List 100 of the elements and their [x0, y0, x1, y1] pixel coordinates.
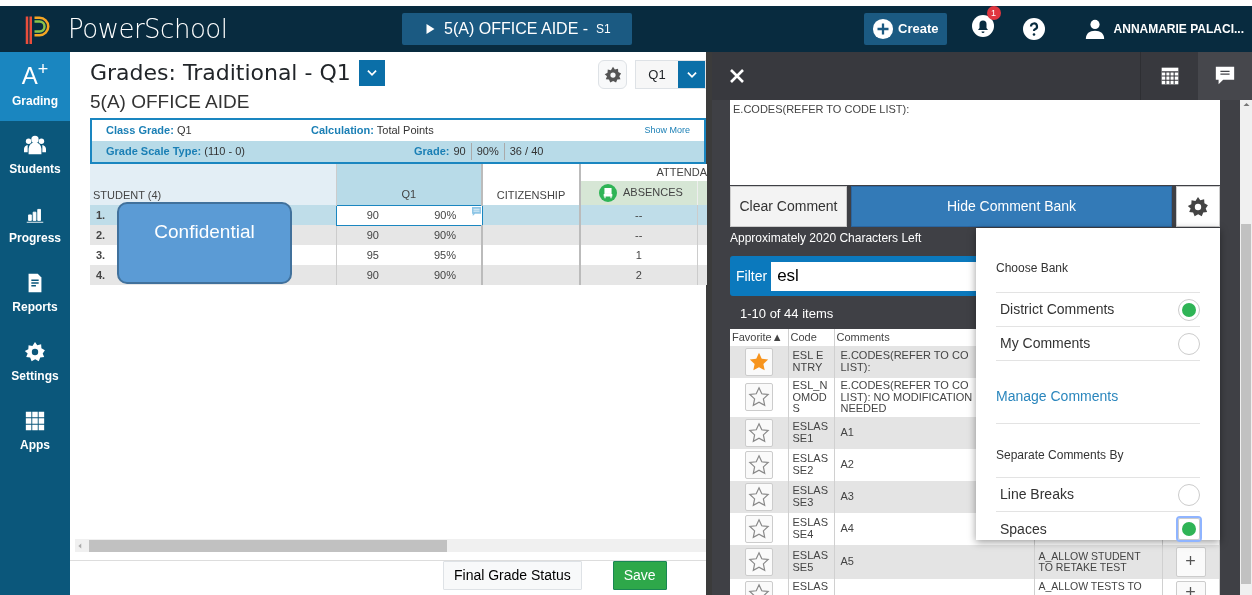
gear-icon: [1187, 195, 1209, 218]
column-group-header: ATTENDA: [580, 164, 707, 181]
grid-icon: [24, 409, 46, 432]
add-button[interactable]: +: [1175, 546, 1206, 577]
summary-text: Calculation: Total Points: [311, 123, 434, 139]
title-dropdown-button[interactable]: [358, 60, 385, 86]
sidebar-item[interactable]: A$^{+}$ Grading: [0, 52, 70, 121]
summary-text: Grade Scale Type: (110 - 0): [106, 144, 246, 160]
menu-heading: Choose Bank: [996, 228, 1200, 293]
star-icon: [747, 421, 770, 444]
table-cell: [697, 245, 707, 265]
table-cell: --: [580, 205, 697, 225]
section-button[interactable]: 5(A) OFFICE AIDE - S1: [402, 13, 633, 45]
notification-badge: 1: [986, 5, 1001, 20]
column-header: Code: [788, 329, 834, 346]
table-cell: 1: [580, 245, 697, 265]
grade-value: 90: [453, 144, 466, 160]
play-icon: [424, 23, 437, 35]
user-icon[interactable]: [1083, 17, 1106, 41]
sidebar-item[interactable]: Apps: [0, 397, 70, 466]
comment-text: A3: [840, 489, 854, 502]
comment-code: ESLASSE3: [792, 484, 828, 508]
grade-label: Grade:: [414, 144, 450, 160]
radio-option[interactable]: My Comments: [996, 327, 1200, 361]
star-icon: [747, 517, 770, 540]
comment-code: ESLASSE2: [792, 452, 828, 476]
create-button[interactable]: Create: [864, 13, 947, 45]
hide-comment-bank-button[interactable]: Hide Comment Bank: [851, 186, 1172, 227]
comment-text: E.CODES(REFER TO CO LIST): NO MODIFICATION NEEDED: [840, 379, 973, 415]
comment-text: A5: [840, 554, 854, 567]
favorite-button[interactable]: [744, 514, 773, 543]
column-header: Favorite▲: [730, 329, 788, 346]
term-select[interactable]: Q1: [635, 60, 706, 89]
score-cell[interactable]: 90: [336, 225, 409, 245]
comment-code: ESL_NOMODS: [792, 379, 828, 415]
table-cell: [697, 225, 707, 245]
vertical-scrollbar[interactable]: [1240, 100, 1252, 595]
radio-button[interactable]: [1178, 483, 1200, 506]
column-header: Q1: [336, 164, 482, 205]
help-icon[interactable]: [1021, 17, 1046, 41]
grade-value: 36 / 40: [503, 143, 544, 160]
settings-button[interactable]: [1176, 186, 1220, 227]
gear-icon: [24, 340, 46, 363]
radio-option[interactable]: Line Breaks: [996, 478, 1200, 512]
comment-code: ESLAS: [792, 579, 828, 592]
user-name[interactable]: ANNAMARIE PALACI...: [1113, 20, 1244, 38]
radio-button[interactable]: [1178, 518, 1200, 540]
comment-text: A2: [840, 457, 854, 470]
clear-comment-button[interactable]: Clear Comment: [730, 186, 847, 227]
favorite-button[interactable]: [744, 383, 773, 412]
characters-left-text: Approximately 2020 Characters Left: [730, 230, 923, 247]
radio-option[interactable]: District Comments: [996, 293, 1200, 327]
summary-text: Class Grade: Q1: [106, 123, 193, 139]
sidebar-item[interactable]: Settings: [0, 328, 70, 397]
comment-textarea[interactable]: E.CODES(REFER TO CODE LIST):: [730, 100, 1220, 185]
radio-option[interactable]: Spaces: [996, 512, 1200, 546]
grid-icon[interactable]: [1159, 66, 1180, 86]
score-cell[interactable]: 90: [336, 205, 409, 225]
comment-text: A_ALLOW STUDENT TO RETAKE TEST: [1038, 549, 1141, 573]
favorite-button[interactable]: [744, 482, 773, 511]
final-grade-status-button[interactable]: Final Grade Status: [443, 561, 582, 590]
horizontal-scrollbar[interactable]: [75, 539, 706, 552]
radio-button[interactable]: [1178, 332, 1200, 355]
table-cell: --: [580, 225, 697, 245]
table-cell: [697, 205, 707, 225]
favorite-button[interactable]: [744, 418, 773, 447]
seat-icon: [599, 184, 617, 203]
table-cell: 2: [580, 265, 697, 285]
comment-text: A1: [840, 425, 854, 438]
filter-label: Filter: [736, 266, 768, 286]
people-icon: [24, 133, 46, 156]
sidebar-item[interactable]: Progress: [0, 190, 70, 259]
close-icon[interactable]: [728, 67, 746, 85]
radio-button[interactable]: [1178, 298, 1200, 321]
percent-cell: 90%: [409, 225, 482, 245]
score-cell[interactable]: 90: [336, 265, 409, 285]
app-name: PowerSchool: [68, 12, 228, 46]
settings-button[interactable]: [598, 60, 627, 89]
star-icon: [747, 550, 770, 573]
plus-circle-icon: [872, 18, 895, 40]
page-title: Grades: Traditional - Q1: [90, 62, 351, 84]
comment-text: A4: [840, 521, 854, 534]
manage-comments-link[interactable]: Manage Comments: [996, 388, 1119, 404]
star-icon: [747, 453, 770, 476]
comment-text: E.CODES(REFER TO CO LIST):: [840, 349, 969, 373]
favorite-button[interactable]: [744, 450, 773, 479]
column-header: ABSENCES: [580, 181, 697, 205]
star-icon: [747, 386, 770, 409]
menu-heading: Separate Comments By: [996, 424, 1200, 478]
score-cell[interactable]: 95: [336, 245, 409, 265]
gear-icon: [603, 65, 622, 84]
sidebar-item[interactable]: Students: [0, 121, 70, 190]
table-cell: [697, 265, 707, 285]
favorite-button[interactable]: [744, 348, 773, 376]
comment-code: ESLASSE1: [792, 420, 828, 444]
favorite-button[interactable]: [744, 547, 773, 576]
percent-cell: 90%: [409, 205, 482, 225]
percent-cell: 95%: [409, 245, 482, 265]
sidebar-item[interactable]: Reports: [0, 259, 70, 328]
show-more-link[interactable]: Show More: [644, 123, 690, 138]
